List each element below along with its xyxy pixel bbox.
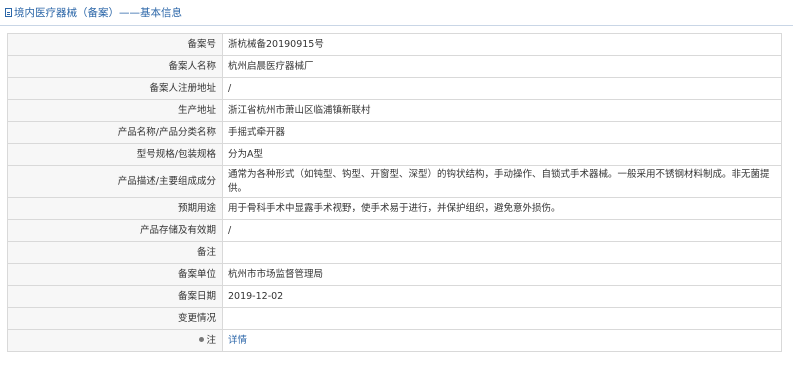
table-row: 变更情况 — [7, 307, 782, 330]
document-icon — [5, 7, 12, 17]
table-row: 备案日期 2019-12-02 — [7, 285, 782, 308]
header-divider — [0, 25, 793, 26]
row-label-remarks: 备注 — [7, 241, 223, 264]
row-value-product-name: 手摇式牵开器 — [222, 121, 782, 144]
row-value-description: 通常为各种形式（如钝型、钩型、开窗型、深型）的钩状结构，手动操作、自锁式手术器械… — [222, 165, 782, 198]
table-row: 生产地址 浙江省杭州市萧山区临浦镇新联村 — [7, 99, 782, 122]
row-label-model-spec: 型号规格/包装规格 — [7, 143, 223, 166]
row-value-record-date: 2019-12-02 — [222, 285, 782, 308]
note-label-text: 注 — [206, 334, 216, 346]
row-value-production-address: 浙江省杭州市萧山区临浦镇新联村 — [222, 99, 782, 122]
table-row: 备案人注册地址 / — [7, 77, 782, 100]
row-value-registrant-name: 杭州启晨医疗器械厂 — [222, 55, 782, 78]
row-label-registrant-address: 备案人注册地址 — [7, 77, 223, 100]
table-row: 备注 — [7, 241, 782, 264]
row-label-product-name: 产品名称/产品分类名称 — [7, 121, 223, 144]
table-row: 产品名称/产品分类名称 手摇式牵开器 — [7, 121, 782, 144]
row-label-change-status: 变更情况 — [7, 307, 223, 330]
bullet-icon — [199, 336, 205, 342]
row-value-remarks — [222, 241, 782, 264]
row-value-record-number: 浙杭械备20190915号 — [222, 33, 782, 56]
row-label-record-unit: 备案单位 — [7, 263, 223, 286]
row-label-record-date: 备案日期 — [7, 285, 223, 308]
row-value-model-spec: 分为A型 — [222, 143, 782, 166]
row-value-record-unit: 杭州市市场监督管理局 — [222, 263, 782, 286]
table-row: 预期用途 用于骨科手术中显露手术视野，使手术易于进行，并保护组织，避免意外损伤。 — [7, 197, 782, 220]
details-link[interactable]: 详情 — [228, 335, 247, 346]
row-value-note: 详情 — [222, 329, 782, 352]
info-table: 备案号 浙杭械备20190915号 备案人名称 杭州启晨医疗器械厂 备案人注册地… — [7, 33, 782, 352]
row-value-storage-validity: / — [222, 219, 782, 242]
row-label-note: 注 — [7, 329, 223, 352]
row-value-change-status — [222, 307, 782, 330]
row-label-production-address: 生产地址 — [7, 99, 223, 122]
table-row: 产品描述/主要组成成分 通常为各种形式（如钝型、钩型、开窗型、深型）的钩状结构，… — [7, 165, 782, 198]
table-row: 型号规格/包装规格 分为A型 — [7, 143, 782, 166]
table-row: 产品存储及有效期 / — [7, 219, 782, 242]
row-label-intended-use: 预期用途 — [7, 197, 223, 220]
table-row: 备案号 浙杭械备20190915号 — [7, 33, 782, 56]
row-label-storage-validity: 产品存储及有效期 — [7, 219, 223, 242]
table-row: 注 详情 — [7, 329, 782, 352]
table-row: 备案单位 杭州市市场监督管理局 — [7, 263, 782, 286]
page-header: 境内医疗器械（备案）——基本信息 — [5, 4, 182, 20]
row-label-registrant-name: 备案人名称 — [7, 55, 223, 78]
row-value-registrant-address: / — [222, 77, 782, 100]
table-row: 备案人名称 杭州启晨医疗器械厂 — [7, 55, 782, 78]
row-label-record-number: 备案号 — [7, 33, 223, 56]
page-title: 境内医疗器械（备案）——基本信息 — [14, 6, 182, 19]
row-label-description: 产品描述/主要组成成分 — [7, 165, 223, 198]
row-value-intended-use: 用于骨科手术中显露手术视野，使手术易于进行，并保护组织，避免意外损伤。 — [222, 197, 782, 220]
